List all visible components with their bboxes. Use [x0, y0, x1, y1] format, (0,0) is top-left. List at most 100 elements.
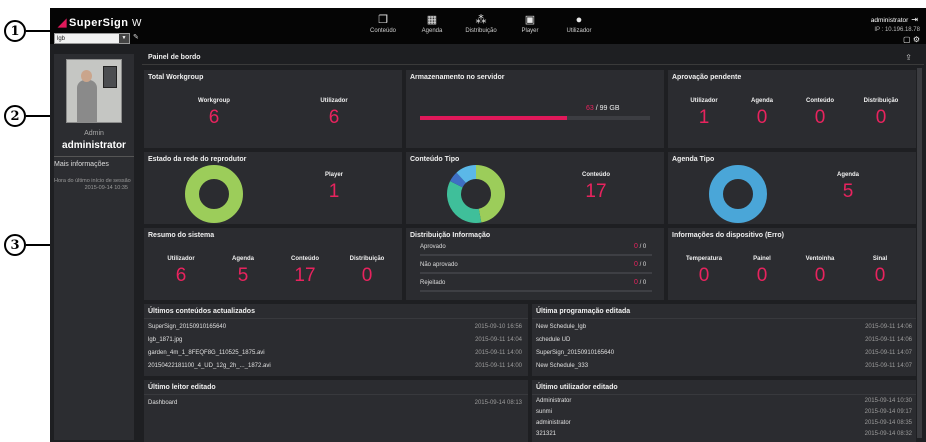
player-icon: ▣ — [524, 14, 536, 26]
nav-player-label: Player — [521, 28, 539, 34]
stat-label: Agenda — [836, 172, 859, 178]
stat-pending-schedule[interactable]: Agenda 0 — [734, 98, 790, 128]
card-title: Resumo do sistema — [148, 232, 215, 239]
list-item[interactable]: Administrator — [536, 398, 571, 404]
stat-panel[interactable]: Painel 0 — [734, 256, 790, 286]
stat-signal[interactable]: Sinal 0 — [852, 256, 908, 286]
stat-schedule[interactable]: Agenda 5 — [818, 172, 878, 202]
dashboard-title: Painel de bordo — [148, 54, 201, 61]
avatar[interactable] — [66, 59, 122, 123]
list-item-date: 2015-09-11 14:06 — [865, 337, 912, 343]
dist-row-count: 0 — [634, 279, 638, 286]
list-item[interactable]: 321321 — [536, 431, 556, 437]
stat-label: Utilizador — [690, 98, 718, 104]
card-pending-approval: Aprovação pendente Utilizador 1 Agenda 0… — [668, 70, 916, 148]
dist-row-total: / 0 — [639, 244, 647, 250]
stat-summary-schedule[interactable]: Agenda 5 — [214, 256, 272, 286]
stat-summary-user[interactable]: Utilizador 6 — [152, 256, 210, 286]
stat-value: 0 — [875, 107, 887, 128]
content-type-slice[interactable] — [447, 181, 482, 223]
list-item-date: 2015-09-14 08:32 — [864, 431, 912, 437]
stat-user[interactable]: Utilizador 6 — [304, 98, 364, 128]
stat-fan[interactable]: Ventoinha 0 — [792, 256, 848, 286]
list-item[interactable]: lgb_1871.jpg — [148, 337, 182, 343]
stat-summary-content[interactable]: Conteúdo 17 — [276, 256, 334, 286]
storage-used: 63 — [586, 105, 594, 112]
list-item[interactable]: SuperSign_20150910165640 — [536, 350, 614, 356]
stat-label: Utilizador — [320, 98, 348, 104]
top-bar: ◢ SuperSign W lgb ▼ ✎ ❐ Conteúdo ▦ Agenda… — [50, 8, 926, 44]
list-item[interactable]: administrator — [536, 420, 571, 426]
list-item[interactable]: New Schedule_333 — [536, 363, 588, 369]
sidebar-divider — [54, 156, 134, 157]
nav-content-label: Conteúdo — [369, 28, 397, 34]
nav-schedule[interactable]: ▦ Agenda — [409, 10, 455, 42]
logo-suffix: W — [132, 18, 142, 29]
stat-summary-distribution[interactable]: Distribuição 0 — [338, 256, 396, 286]
list-item[interactable]: 20150422181100_4_UD_12g_2h_..._1872.avi — [148, 363, 271, 369]
stat-pending-user[interactable]: Utilizador 1 — [676, 98, 732, 128]
top-icons: ▢ ⚙ — [903, 35, 920, 44]
dist-row-bar — [420, 254, 652, 256]
edit-icon[interactable]: ✎ — [133, 33, 142, 43]
dist-row-total: / 0 — [639, 280, 647, 286]
nav-content[interactable]: ❐ Conteúdo — [360, 10, 406, 42]
last-login-label: Hora do último início de sessão — [54, 178, 131, 184]
nav-player[interactable]: ▣ Player — [507, 10, 553, 42]
content-icon: ❐ — [378, 14, 388, 26]
list-item[interactable]: garden_4m_1_8FEQF8G_110525_1875.avi — [148, 350, 265, 356]
list-item-date: 2015-09-14 09:17 — [864, 409, 912, 415]
supersign-app-window: ◢ SuperSign W lgb ▼ ✎ ❐ Conteúdo ▦ Agenda… — [50, 8, 926, 442]
content-type-slice[interactable] — [475, 165, 505, 223]
stat-pending-content[interactable]: Conteúdo 0 — [792, 98, 848, 128]
gear-icon[interactable]: ⚙ — [913, 35, 920, 44]
content-type-donut — [447, 165, 505, 223]
list-item[interactable]: schedule UD — [536, 337, 570, 343]
storage-total: / 99 GB — [595, 105, 620, 112]
nav-user[interactable]: ● Utilizador — [556, 10, 602, 42]
stat-label: Workgroup — [198, 98, 230, 104]
dist-row-value: 0 / 0 — [634, 279, 646, 286]
card-title: Distribuição Informação — [410, 232, 491, 239]
monitor-icon[interactable]: ▢ — [903, 35, 911, 44]
stat-content[interactable]: Conteúdo 17 — [566, 172, 626, 202]
stat-workgroup[interactable]: Workgroup 6 — [184, 98, 244, 128]
stat-pending-distribution[interactable]: Distribuição 0 — [852, 98, 910, 128]
avatar-person — [77, 80, 97, 122]
card-latest-content: Últimos conteúdos actualizados SuperSign… — [144, 304, 528, 376]
chevron-down-icon[interactable]: ▼ — [119, 34, 129, 43]
nav-distribution[interactable]: ⁂ Distribuição — [458, 10, 504, 42]
list-item-date: 2015-09-14 10:30 — [864, 398, 912, 404]
nav-user-label: Utilizador — [566, 28, 592, 34]
list-divider — [144, 394, 528, 395]
stat-value: 5 — [842, 181, 854, 202]
content-type-slice[interactable] — [450, 172, 467, 188]
storage-progress-bar — [420, 116, 650, 120]
stat-value: 6 — [208, 107, 220, 128]
stat-value: 17 — [294, 265, 316, 286]
list-item[interactable]: New Schedule_lgb — [536, 324, 586, 330]
logout-icon[interactable]: ⇥ — [911, 15, 918, 24]
stat-player[interactable]: Player 1 — [304, 172, 364, 202]
stat-label: Conteúdo — [806, 98, 834, 104]
stat-value: 0 — [756, 265, 768, 286]
user-role: Admin — [84, 130, 104, 137]
card-title: Agenda Tipo — [672, 156, 715, 163]
list-item-date: 2015-09-10 16:56 — [474, 324, 522, 330]
list-item[interactable]: Dashboard — [148, 400, 177, 406]
app-logo: ◢ SuperSign W — [58, 16, 142, 29]
list-item-date: 2015-09-11 14:06 — [865, 324, 912, 330]
user-icon: ● — [575, 14, 583, 26]
content-type-slice[interactable] — [456, 165, 477, 184]
dist-row-label: Aprovado — [420, 244, 446, 250]
card-schedule-type: Agenda Tipo Agenda 5 — [668, 152, 916, 224]
list-item[interactable]: SuperSign_20150910165640 — [148, 324, 226, 330]
logo-text: SuperSign — [68, 17, 129, 29]
dashboard-scrollbar[interactable] — [917, 68, 922, 438]
card-title: Última programação editada — [536, 308, 631, 315]
stat-temperature[interactable]: Temperatura 0 — [676, 256, 732, 286]
list-item[interactable]: sunmi — [536, 409, 552, 415]
export-icon[interactable]: ⇪ — [905, 53, 912, 62]
stat-value: 0 — [361, 265, 373, 286]
site-select[interactable]: lgb ▼ — [54, 33, 130, 44]
